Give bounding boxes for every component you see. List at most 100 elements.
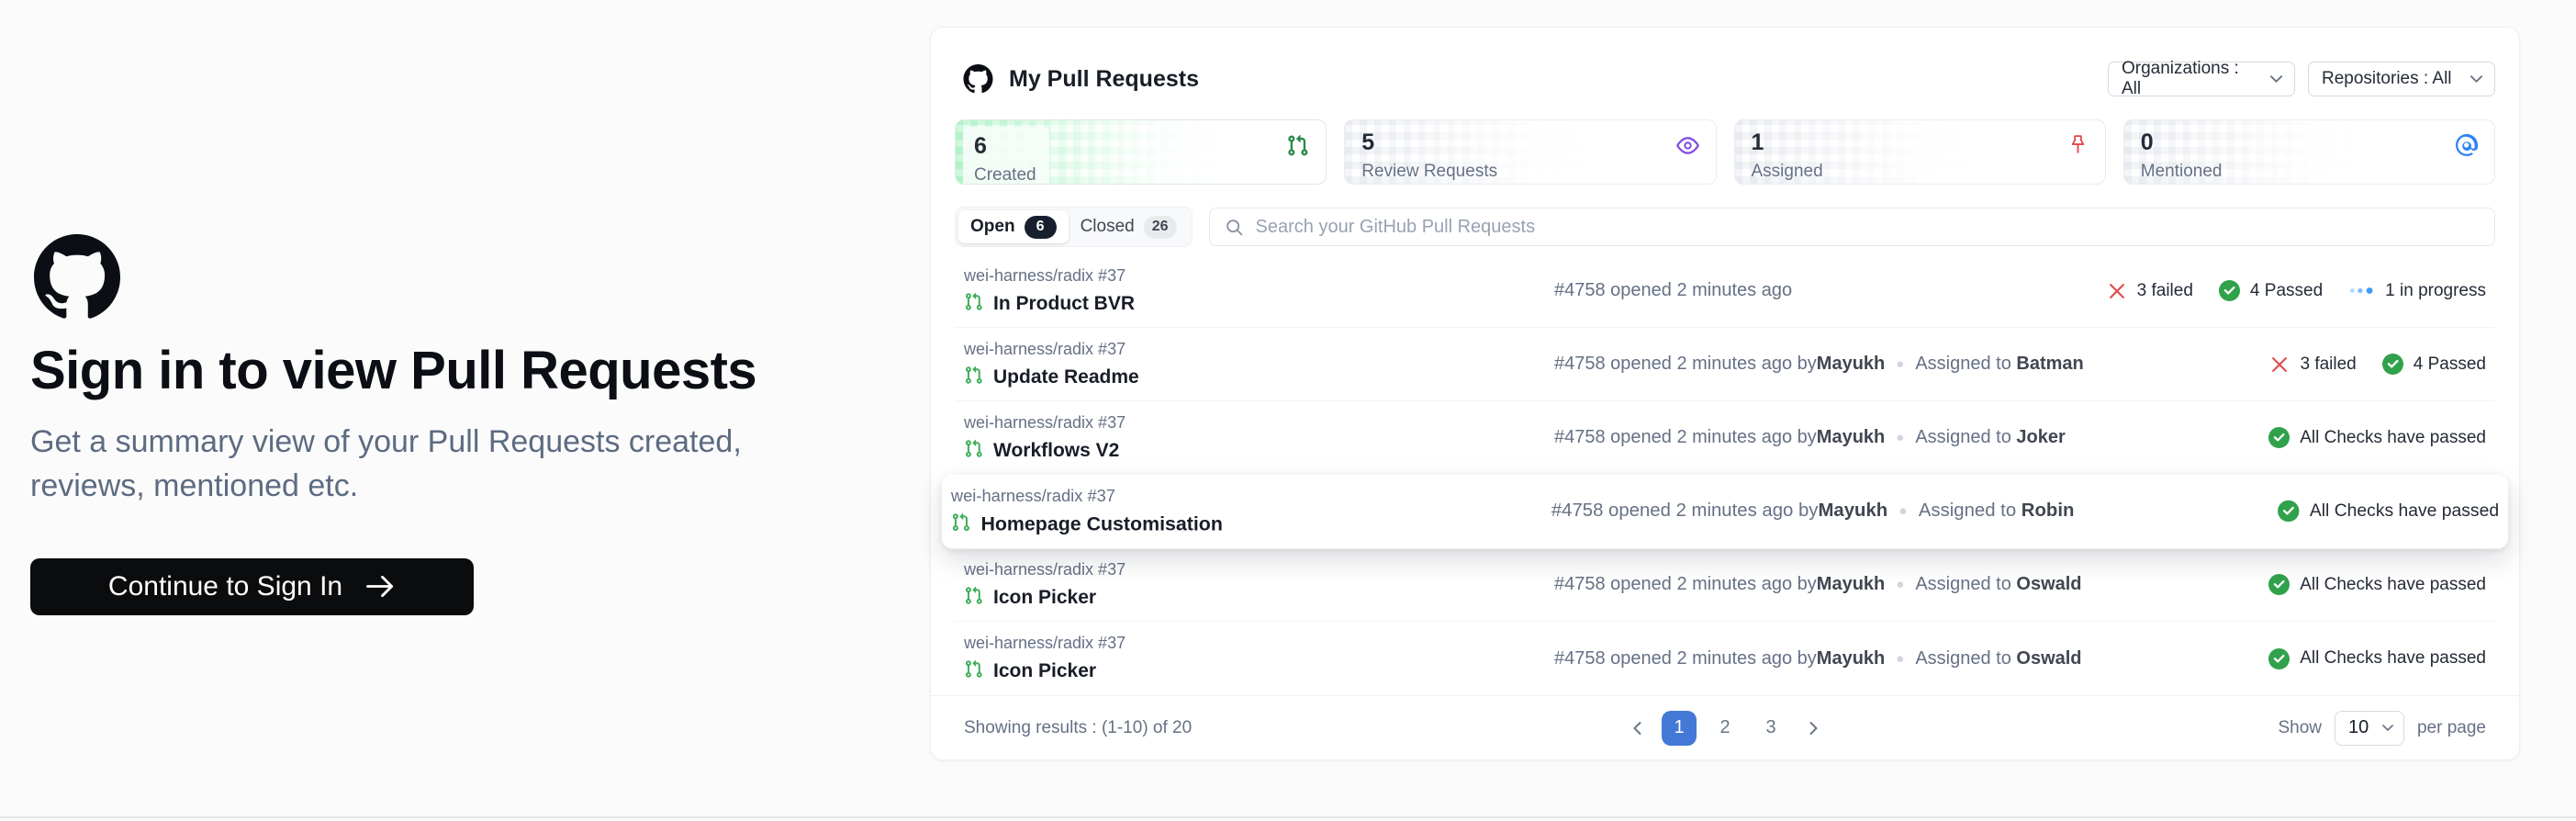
per-page-control: Show 10 per page (2278, 711, 2486, 746)
passed-icon (2268, 427, 2290, 448)
pr-author: Mayukh (1817, 354, 1885, 375)
dot-separator: ● (1896, 651, 1904, 667)
stat-assigned-label: Assigned (1752, 162, 2089, 182)
pr-assignee: Oswald (2016, 574, 2081, 595)
failed-icon (2269, 354, 2290, 375)
pr-assignee: Oswald (2016, 648, 2081, 669)
panel-footer: Showing results : (1-10) of 20 1 2 3 Sho… (931, 695, 2519, 759)
pr-title[interactable]: Update Readme (993, 366, 1139, 388)
next-page-button[interactable] (1799, 711, 1827, 746)
pr-opened-text: #4758 opened 2 minutes ago by (1554, 648, 1817, 669)
page-size-dropdown[interactable]: 10 (2335, 711, 2404, 746)
pr-meta: #4758 opened 2 minutes ago by Mayukh●Ass… (1551, 500, 2075, 522)
pr-checks: 3 failed4 Passed (2269, 354, 2486, 375)
eye-icon (1676, 134, 1699, 157)
check-status-label: 4 Passed (2414, 354, 2486, 375)
pr-opened-text: #4758 opened 2 minutes ago by (1554, 427, 1817, 448)
pull-request-row[interactable]: wei-harness/radix #37 Homepage Customisat… (942, 474, 2509, 548)
tab-closed[interactable]: Closed 26 (1069, 210, 1189, 243)
pr-title[interactable]: Homepage Customisation (980, 513, 1222, 535)
pr-repo-label: wei-harness/radix #37 (964, 413, 1554, 433)
dot-separator: ● (1898, 503, 1907, 519)
stat-assigned-value: 1 (1752, 129, 2089, 156)
page-button-1[interactable]: 1 (1662, 711, 1697, 746)
pr-title[interactable]: Workflows V2 (993, 440, 1119, 462)
pull-request-icon (1286, 134, 1309, 157)
panel-header: My Pull Requests Organizations : All Rep… (963, 55, 2495, 103)
continue-sign-in-button[interactable]: Continue to Sign In (30, 558, 474, 615)
previous-page-button[interactable] (1623, 711, 1651, 746)
pull-request-row[interactable]: wei-harness/radix #37Icon Picker#4758 op… (955, 548, 2495, 622)
pr-opened-text: #4758 opened 2 minutes ago by (1554, 354, 1817, 375)
tab-closed-label: Closed (1081, 217, 1135, 237)
pull-request-row[interactable]: wei-harness/radix #37Update Readme#4758 … (955, 328, 2495, 401)
pr-repo-label: wei-harness/radix #37 (964, 634, 1554, 653)
pr-assignee: Batman (2016, 354, 2083, 375)
check-status-label: All Checks have passed (2300, 575, 2486, 595)
pr-checks: All Checks have passed (2278, 500, 2499, 522)
pr-repo-label: wei-harness/radix #37 (951, 486, 1551, 505)
repositories-filter-dropdown[interactable]: Repositories : All (2308, 62, 2495, 96)
my-pull-requests-panel: My Pull Requests Organizations : All Rep… (930, 27, 2520, 760)
pr-title[interactable]: In Product BVR (993, 293, 1135, 315)
passed-icon (2278, 500, 2299, 522)
check-status-passed: All Checks have passed (2278, 500, 2499, 522)
organizations-filter-label: Organizations : All (2122, 59, 2260, 99)
pr-left-column: wei-harness/radix #37 Homepage Customisat… (951, 486, 1551, 536)
pr-checks: All Checks have passed (2268, 574, 2486, 595)
pr-left-column: wei-harness/radix #37 Icon Picker (964, 634, 1554, 683)
page-button-2[interactable]: 2 (1708, 711, 1742, 746)
check-status-passed: 4 Passed (2382, 354, 2486, 375)
stat-review-requests-value: 5 (1361, 129, 1698, 156)
status-filter-tabs: Open 6 Closed 26 (955, 207, 1193, 247)
stat-created-box: 6 Created (963, 127, 1049, 185)
dot-separator: ● (1896, 577, 1904, 592)
check-status-passed: All Checks have passed (2268, 427, 2486, 448)
pin-icon (2067, 134, 2089, 155)
dot-separator: ● (1896, 430, 1904, 445)
pr-title[interactable]: Icon Picker (993, 660, 1096, 682)
check-status-label: All Checks have passed (2300, 428, 2486, 448)
stat-card-review-requests[interactable]: 5 Review Requests (1344, 119, 1716, 185)
page-size-value: 10 (2348, 717, 2369, 738)
pr-title-line: Workflows V2 (964, 439, 1554, 463)
check-status-passed: All Checks have passed (2268, 648, 2486, 669)
check-status-label: 4 Passed (2250, 281, 2323, 301)
pull-request-row[interactable]: wei-harness/radix #37In Product BVR#4758… (955, 254, 2495, 328)
stat-review-requests-label: Review Requests (1361, 162, 1698, 182)
pull-request-icon (964, 292, 983, 316)
search-icon (1225, 218, 1244, 237)
continue-sign-in-label: Continue to Sign In (108, 571, 342, 602)
pr-author: Mayukh (1818, 500, 1887, 522)
pr-left-column: wei-harness/radix #37 Workflows V2 (964, 413, 1554, 463)
pr-meta: #4758 opened 2 minutes ago by Mayukh●Ass… (1554, 354, 2084, 375)
pr-author: Mayukh (1817, 648, 1885, 669)
page-button-3[interactable]: 3 (1753, 711, 1788, 746)
tab-open[interactable]: Open 6 (958, 210, 1069, 243)
pull-request-row[interactable]: wei-harness/radix #37 Icon Picker #4758 op… (955, 622, 2495, 695)
check-status-passed: All Checks have passed (2268, 574, 2486, 595)
check-status-passed: 4 Passed (2219, 280, 2323, 301)
results-summary: Showing results : (1-10) of 20 (964, 718, 1192, 738)
tab-open-label: Open (970, 217, 1015, 237)
passed-icon (2268, 648, 2290, 669)
stat-card-mentioned[interactable]: 0 Mentioned (2123, 119, 2495, 185)
arrow-right-icon (364, 574, 396, 599)
pr-title-line: Icon Picker (964, 659, 1554, 683)
check-status-failed: 3 failed (2107, 281, 2193, 301)
signin-title: Sign in to view Pull Requests (30, 340, 801, 401)
stat-created-label: Created (974, 165, 1036, 185)
search-input[interactable] (1256, 217, 2480, 238)
show-label: Show (2278, 718, 2322, 738)
pr-left-column: wei-harness/radix #37In Product BVR (964, 266, 1554, 316)
pr-assigned-text: Assigned to (1919, 500, 2022, 522)
stat-card-created[interactable]: 6 Created (955, 119, 1327, 185)
pr-assigned-text: Assigned to (1915, 427, 2016, 448)
stat-card-assigned[interactable]: 1 Assigned (1734, 119, 2106, 185)
organizations-filter-dropdown[interactable]: Organizations : All (2108, 62, 2295, 96)
pr-title[interactable]: Icon Picker (993, 587, 1096, 609)
github-icon (963, 64, 993, 94)
github-logo (33, 234, 801, 325)
pr-assigned-text: Assigned to (1915, 574, 2016, 595)
pull-request-row[interactable]: wei-harness/radix #37 Workflows V2 #4758 o… (955, 401, 2495, 475)
